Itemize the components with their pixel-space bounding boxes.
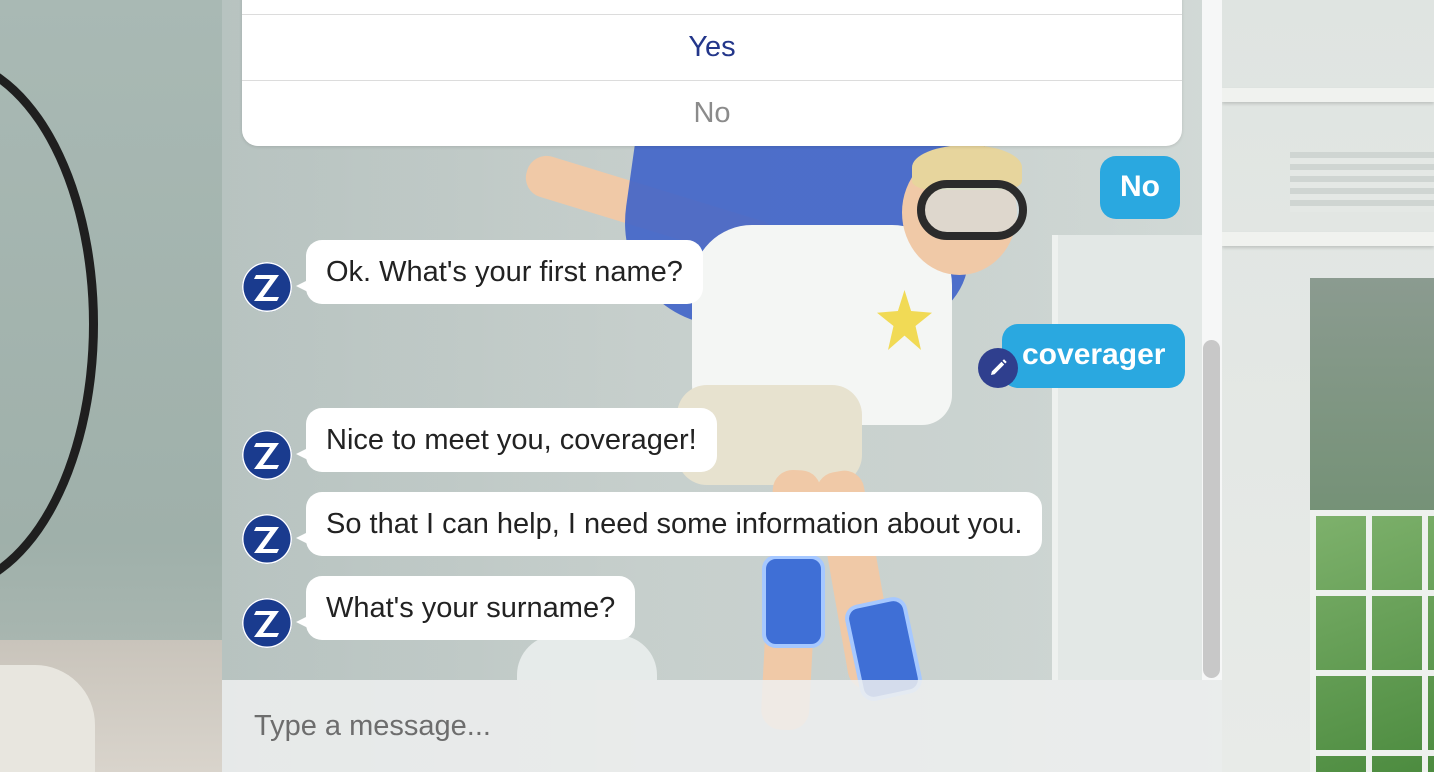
kid-figure-shin-guard <box>762 555 825 648</box>
zurich-z-logo-icon <box>254 443 279 469</box>
bot-avatar <box>242 598 292 648</box>
bot-message-text: So that I can help, I need some informat… <box>326 508 1023 540</box>
bot-message-bubble: Ok. What's your first name? <box>296 240 703 304</box>
bot-message-bubble: Nice to meet you, coverager! <box>296 408 717 472</box>
quick-reply-card: Yes No <box>242 0 1182 146</box>
background-vent <box>1290 152 1434 212</box>
kid-figure-goggles <box>917 180 1027 240</box>
background-door <box>1052 235 1222 680</box>
background-window <box>1310 510 1434 772</box>
edit-answer-button[interactable] <box>978 348 1018 388</box>
bot-message-text: Ok. What's your first name? <box>326 256 683 288</box>
user-message-bubble: coverager <box>1002 324 1186 388</box>
background-trim <box>1222 88 1434 102</box>
pencil-icon <box>991 359 1007 375</box>
user-message-text: No <box>1120 170 1160 203</box>
message-composer <box>222 680 1222 772</box>
bot-message-text: What's your surname? <box>326 592 616 624</box>
bot-message-bubble: What's your surname? <box>295 576 636 640</box>
bot-avatar <box>242 430 292 480</box>
bot-message-text: Nice to meet you, coverager! <box>326 424 697 456</box>
zurich-z-logo-icon <box>254 611 279 637</box>
quick-reply-yes[interactable]: Yes <box>242 14 1182 79</box>
message-input[interactable] <box>222 680 1222 772</box>
user-message-text: coverager <box>1022 338 1166 371</box>
bot-avatar <box>242 514 292 564</box>
bot-avatar <box>242 262 292 312</box>
background-trim <box>1222 232 1434 246</box>
zurich-z-logo-icon <box>254 275 279 301</box>
chat-scrollbar-thumb[interactable] <box>1203 340 1220 678</box>
user-message-bubble: No <box>1100 156 1180 219</box>
quick-reply-no[interactable]: No <box>242 80 1182 145</box>
zurich-z-logo-icon <box>254 527 279 553</box>
bot-message-bubble: So that I can help, I need some informat… <box>295 492 1043 556</box>
background-lamp <box>517 635 657 680</box>
chat-panel: Yes No No Ok. What's your first name? co… <box>222 0 1222 772</box>
